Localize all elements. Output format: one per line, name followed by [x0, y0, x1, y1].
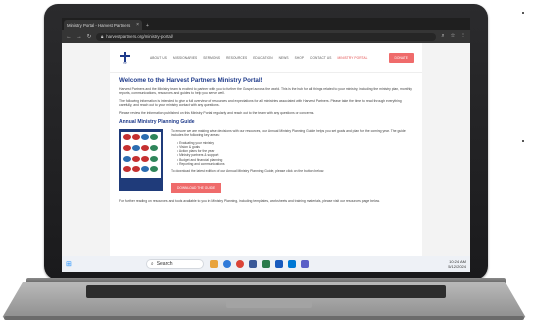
guide-list: Evaluating your ministry Vision & goals … — [177, 141, 413, 166]
file-explorer-icon[interactable] — [209, 260, 218, 268]
menu-item[interactable]: EDUCATION — [253, 56, 272, 60]
excel-icon[interactable] — [261, 260, 270, 268]
list-item: Reporting and communications — [177, 162, 413, 166]
laptop-screen: Ministry Portal - Harvest Partners × + ←… — [62, 18, 470, 272]
guide-outro: To download the latest edition of our An… — [171, 169, 325, 174]
intro-paragraph: Harvest Partners and the Ministry team i… — [119, 87, 412, 96]
menu-item[interactable]: CONTACT US — [310, 56, 331, 60]
menu-icon[interactable]: ⋮ — [460, 33, 466, 40]
bullet-dot — [522, 140, 524, 142]
windows-start-icon[interactable]: ⊞ — [66, 260, 72, 268]
bullet-dot — [522, 12, 524, 14]
menu-item[interactable]: MISSIONARIES — [173, 56, 197, 60]
store-icon[interactable] — [248, 260, 257, 268]
menu-item[interactable]: SHOP — [295, 56, 304, 60]
windows-taskbar: ⊞ ⌕ Search 10:24 AM 5/12/2024 — [62, 256, 470, 272]
taskbar-search[interactable]: ⌕ Search — [145, 259, 204, 269]
laptop-foot — [4, 316, 524, 320]
intro-paragraph: The following information is intended to… — [119, 98, 402, 108]
page-title: Welcome to the Harvest Partners Ministry… — [119, 77, 263, 84]
taskbar-apps — [209, 260, 309, 268]
clock-date: 5/12/2024 — [448, 264, 466, 269]
zoom-icon[interactable]: ⌕ — [440, 33, 446, 40]
browser-tab-bar: Ministry Portal - Harvest Partners × + — [62, 18, 470, 30]
url-input[interactable]: 🔒︎ harvestpartners.org/ministry-portal/ — [96, 32, 436, 41]
back-icon[interactable]: ← — [66, 34, 72, 40]
guide-section: To ensure we are making wise decisions w… — [119, 129, 413, 194]
forward-icon[interactable]: → — [76, 34, 82, 40]
close-icon[interactable]: × — [136, 22, 139, 28]
section-title: Annual Ministry Planning Guide — [119, 119, 195, 126]
page-body: Welcome to the Harvest Partners Ministry… — [110, 73, 422, 211]
word-icon[interactable] — [274, 260, 283, 268]
main-menu: ABOUT US MISSIONARIES SERMONS RESOURCES … — [150, 56, 367, 60]
intro-paragraph: Please review the information published … — [119, 110, 315, 115]
menu-item[interactable]: SERMONS — [203, 56, 220, 60]
menu-item[interactable]: NEWS — [279, 56, 289, 60]
tab-title: Ministry Portal - Harvest Partners — [67, 22, 131, 28]
menu-item[interactable]: RESOURCES — [226, 56, 247, 60]
edge-icon[interactable] — [222, 260, 231, 268]
laptop-lid: Ministry Portal - Harvest Partners × + ←… — [44, 4, 488, 280]
reload-icon[interactable]: ↻ — [86, 34, 92, 40]
guide-cover-image — [119, 129, 163, 192]
bookmark-icon[interactable]: ☆ — [450, 33, 456, 40]
address-bar: ← → ↻ 🔒︎ harvestpartners.org/ministry-po… — [62, 30, 470, 43]
site-header: HP ABOUT US MISSIONARIES SERMONS RESOURC… — [110, 43, 422, 73]
url-text: harvestpartners.org/ministry-portal/ — [106, 34, 173, 39]
search-label: Search — [156, 261, 173, 267]
browser-tab[interactable]: Ministry Portal - Harvest Partners × — [64, 20, 142, 30]
site-logo[interactable]: HP — [118, 51, 132, 65]
chrome-icon[interactable] — [235, 260, 244, 268]
menu-item-ministry-portal[interactable]: MINISTRY PORTAL — [337, 56, 367, 60]
laptop-stage: Ministry Portal - Harvest Partners × + ←… — [0, 0, 538, 328]
outlook-icon[interactable] — [287, 260, 296, 268]
lock-icon: 🔒︎ — [101, 34, 104, 39]
guide-description: To ensure we are making wise decisions w… — [171, 129, 413, 194]
download-guide-button[interactable]: DOWNLOAD THE GUIDE — [171, 183, 222, 194]
system-tray[interactable]: 10:24 AM 5/12/2024 — [448, 259, 466, 269]
page-content: HP ABOUT US MISSIONARIES SERMONS RESOURC… — [110, 43, 422, 256]
teams-icon[interactable] — [300, 260, 309, 268]
menu-item[interactable]: ABOUT US — [150, 56, 167, 60]
new-tab-button[interactable]: + — [146, 23, 149, 29]
laptop-touchpad — [226, 299, 312, 308]
donate-button[interactable]: DONATE — [388, 52, 414, 63]
web-page: HP ABOUT US MISSIONARIES SERMONS RESOURC… — [62, 43, 470, 256]
closing-paragraph: For further reading on resources and too… — [119, 199, 380, 204]
guide-intro: To ensure we are making wise decisions w… — [171, 129, 406, 138]
search-icon: ⌕ — [150, 261, 154, 267]
laptop-keyboard — [86, 285, 446, 298]
